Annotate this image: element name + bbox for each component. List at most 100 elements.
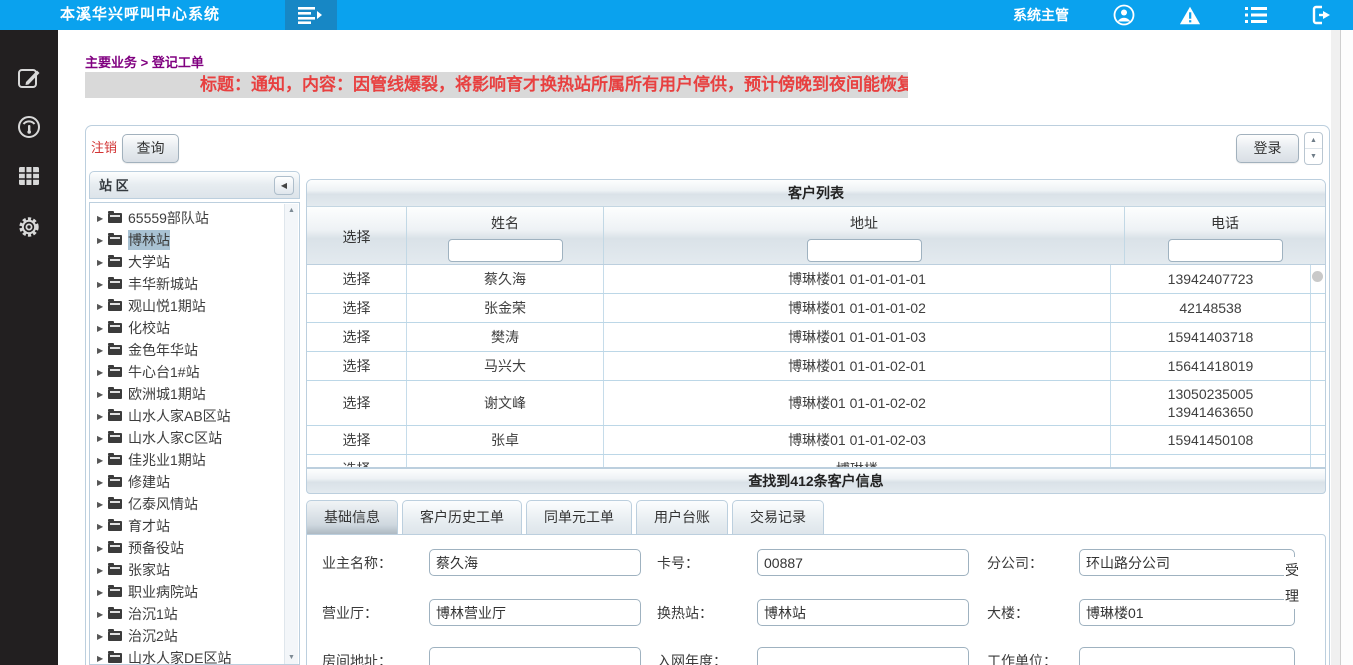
accept-button[interactable]: 受理 <box>1284 557 1300 609</box>
address-filter-input[interactable] <box>807 239 922 262</box>
caret-right-icon[interactable]: ▶ <box>97 522 108 531</box>
caret-right-icon[interactable]: ▶ <box>97 654 108 663</box>
select-cell[interactable]: 选择 <box>307 294 407 322</box>
tree-item-label[interactable]: 张家站 <box>128 560 170 580</box>
tree-item[interactable]: ▶山水人家DE区站 <box>90 647 284 665</box>
table-scrollbar[interactable] <box>1311 426 1325 454</box>
tree-item-label[interactable]: 预备役站 <box>128 538 184 558</box>
select-cell[interactable]: 选择 <box>307 265 407 293</box>
tree-item-label[interactable]: 育才站 <box>128 516 170 536</box>
spinner-down-icon[interactable]: ▼ <box>1305 149 1322 164</box>
breadcrumb-parent[interactable]: 主要业务 <box>85 55 137 70</box>
caret-right-icon[interactable]: ▶ <box>97 236 108 245</box>
spinner-up-icon[interactable]: ▲ <box>1305 133 1322 149</box>
caret-right-icon[interactable]: ▶ <box>97 368 108 377</box>
tree-item[interactable]: ▶亿泰风情站 <box>90 493 284 515</box>
tree-item-label[interactable]: 山水人家C区站 <box>128 428 222 448</box>
tree-item[interactable]: ▶ 牛心台1#站 <box>90 361 284 383</box>
user-profile-icon[interactable] <box>1113 4 1135 26</box>
tree-item[interactable]: ▶ 佳兆业1期站 <box>90 449 284 471</box>
tree-scrollbar[interactable]: ▲ ▼ <box>284 204 298 665</box>
tree-item-label[interactable]: 65559部队站 <box>128 208 209 228</box>
select-cell[interactable]: 选择 <box>307 323 407 351</box>
tree-item[interactable]: ▶ 育才站 <box>90 515 284 537</box>
page-scrollbar[interactable] <box>1340 30 1353 665</box>
field-input[interactable] <box>1079 599 1295 626</box>
tree-item[interactable]: ▶ 张家站 <box>90 559 284 581</box>
tree-item-label[interactable]: 牛心台1#站 <box>128 362 200 382</box>
tree-item[interactable]: ▶大学站 <box>90 251 284 273</box>
tree-item[interactable]: ▶ 预备役站 <box>90 537 284 559</box>
tree-item-label[interactable]: 化校站 <box>128 318 170 338</box>
tree-item-label[interactable]: 佳兆业1期站 <box>128 450 206 470</box>
tree-scroll-down-icon[interactable]: ▼ <box>285 651 298 665</box>
tree-item[interactable]: ▶ 山水人家C区站 <box>90 427 284 449</box>
tree-item-label[interactable]: 欧洲城1期站 <box>128 384 206 404</box>
table-scrollbar[interactable] <box>1311 381 1325 425</box>
tree-item-label[interactable]: 山水人家AB区站 <box>128 406 231 426</box>
logout-link[interactable]: 注销 <box>91 137 117 156</box>
tree-item-label[interactable]: 丰华新城站 <box>128 274 198 294</box>
tab-3[interactable]: 同单元工单 <box>526 500 632 535</box>
edit-order-icon[interactable] <box>17 66 41 90</box>
tree-item[interactable]: ▶ 修建站 <box>90 471 284 493</box>
tree-item-label[interactable]: 职业病院站 <box>128 582 198 602</box>
scroll-thumb[interactable] <box>1312 271 1323 282</box>
tree-item[interactable]: ▶ 化校站 <box>90 317 284 339</box>
caret-right-icon[interactable]: ▶ <box>97 280 108 289</box>
caret-right-icon[interactable]: ▶ <box>97 390 108 399</box>
caret-right-icon[interactable]: ▶ <box>97 302 108 311</box>
alert-icon[interactable] <box>1179 4 1201 26</box>
caret-right-icon[interactable]: ▶ <box>97 632 108 641</box>
phone-filter-input[interactable] <box>1168 239 1283 262</box>
tree-item[interactable]: ▶ 职业病院站 <box>90 581 284 603</box>
tree-item-label[interactable]: 治沉2站 <box>128 626 178 646</box>
table-scrollbar[interactable] <box>1311 323 1325 351</box>
caret-right-icon[interactable]: ▶ <box>97 588 108 597</box>
tree-item-label[interactable]: 治沉1站 <box>128 604 178 624</box>
select-cell[interactable]: 选择 <box>307 455 407 467</box>
tree-item-label[interactable]: 金色年华站 <box>128 340 198 360</box>
tab-2[interactable]: 客户历史工单 <box>402 500 522 535</box>
name-filter-input[interactable] <box>448 239 563 262</box>
select-cell[interactable]: 选择 <box>307 381 407 425</box>
gear-icon[interactable] <box>17 215 41 239</box>
caret-right-icon[interactable]: ▶ <box>97 258 108 267</box>
caret-right-icon[interactable]: ▶ <box>97 434 108 443</box>
caret-right-icon[interactable]: ▶ <box>97 214 108 223</box>
tree-item-label[interactable]: 修建站 <box>128 472 170 492</box>
field-input[interactable] <box>1079 549 1295 576</box>
tree-item-label[interactable]: 博林站 <box>128 230 170 250</box>
select-cell[interactable]: 选择 <box>307 352 407 380</box>
table-scrollbar[interactable] <box>1311 294 1325 322</box>
tree-item[interactable]: ▶ 观山悦1期站 <box>90 295 284 317</box>
grid-table-icon[interactable] <box>17 164 41 188</box>
tree-item[interactable]: ▶ 65559部队站 <box>90 207 284 229</box>
table-scrollbar[interactable] <box>1311 265 1325 293</box>
tree-item[interactable]: ▶ 治沉2站 <box>90 625 284 647</box>
tree-scroll-up-icon[interactable]: ▲ <box>285 204 298 218</box>
caret-right-icon[interactable]: ▶ <box>97 478 108 487</box>
query-button[interactable]: 查询 <box>122 134 179 163</box>
field-input[interactable] <box>757 647 969 665</box>
tree-item[interactable]: ▶ 欧洲城1期站 <box>90 383 284 405</box>
tree-item-label[interactable]: 亿泰风情站 <box>128 494 198 514</box>
field-input[interactable] <box>1079 647 1295 665</box>
tree-item-label[interactable]: 观山悦1期站 <box>128 296 206 316</box>
caret-right-icon[interactable]: ▶ <box>97 324 108 333</box>
tab-1[interactable]: 基础信息 <box>306 500 398 535</box>
tree-item[interactable]: ▶治沉1站 <box>90 603 284 625</box>
user-role-label[interactable]: 系统主管 <box>1013 5 1069 25</box>
tree-item[interactable]: ▶ 博林站 <box>90 229 284 251</box>
field-input[interactable] <box>429 647 641 665</box>
caret-right-icon[interactable]: ▶ <box>97 456 108 465</box>
caret-right-icon[interactable]: ▶ <box>97 544 108 553</box>
sidebar-toggle-button[interactable] <box>285 0 337 30</box>
field-input[interactable] <box>757 549 969 576</box>
menu-list-icon[interactable] <box>1245 4 1267 26</box>
tab-4[interactable]: 用户台账 <box>636 500 728 535</box>
caret-right-icon[interactable]: ▶ <box>97 566 108 575</box>
tab-5[interactable]: 交易记录 <box>732 500 824 535</box>
tree-item[interactable]: ▶ 丰华新城站 <box>90 273 284 295</box>
table-scrollbar[interactable] <box>1311 455 1325 467</box>
